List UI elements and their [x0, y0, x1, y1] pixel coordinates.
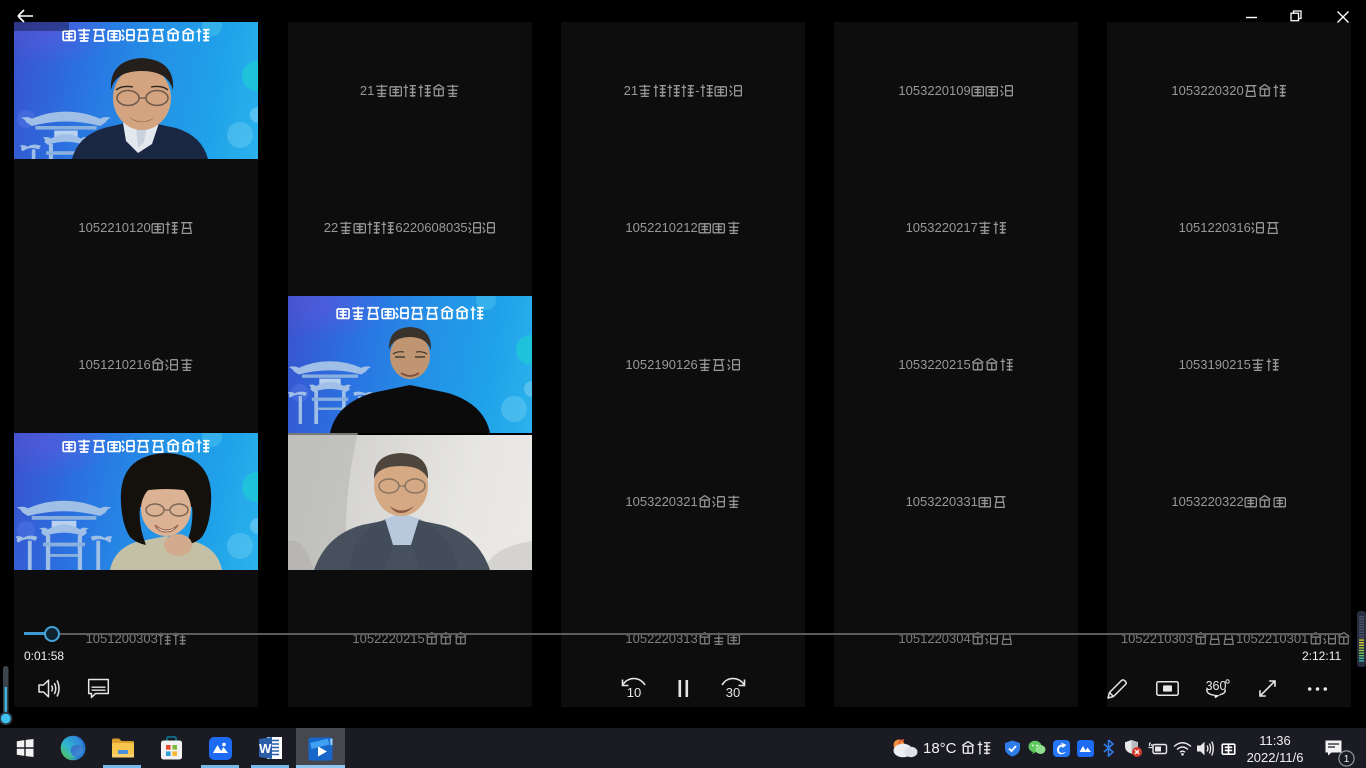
svg-text:360: 360	[1206, 679, 1227, 693]
svg-text:1: 1	[1344, 754, 1350, 765]
svg-text:30: 30	[726, 685, 740, 700]
svg-text:W: W	[259, 741, 272, 756]
svg-text:10: 10	[627, 685, 641, 700]
